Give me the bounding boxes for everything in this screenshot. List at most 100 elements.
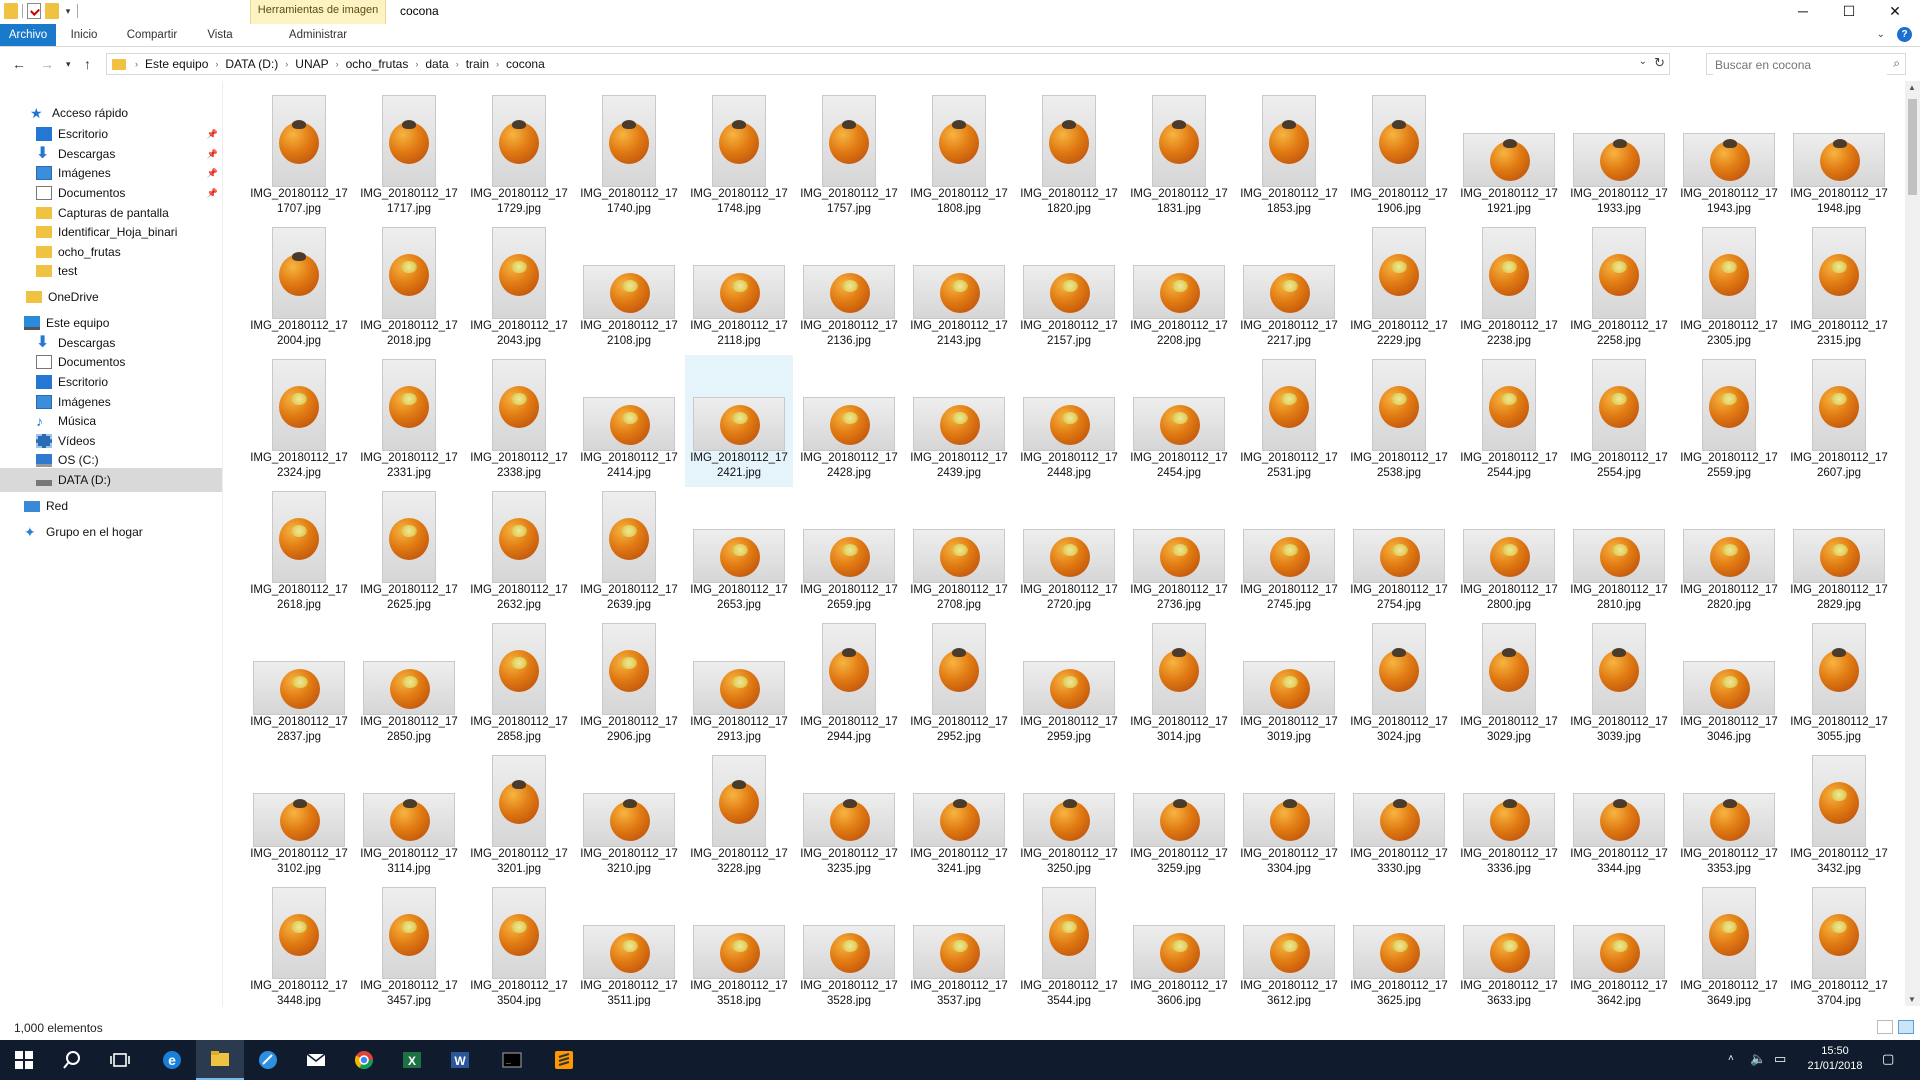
file-item[interactable]: IMG_20180112_17 2018.jpg — [355, 223, 463, 355]
breadcrumb-cocona[interactable]: cocona — [502, 57, 549, 71]
file-item[interactable]: IMG_20180112_17 2305.jpg — [1675, 223, 1783, 355]
tab-inicio[interactable]: Inicio — [64, 24, 104, 46]
vertical-scrollbar[interactable]: ▲ ▼ — [1905, 81, 1920, 1006]
nav-item-red[interactable]: Red — [0, 494, 222, 518]
details-view-icon[interactable] — [1877, 1020, 1893, 1034]
file-item[interactable]: IMG_20180112_17 3250.jpg — [1015, 751, 1123, 883]
file-item[interactable]: IMG_20180112_17 2217.jpg — [1235, 223, 1343, 355]
file-item[interactable]: IMG_20180112_17 2043.jpg — [465, 223, 573, 355]
file-item[interactable]: IMG_20180112_17 2745.jpg — [1235, 487, 1343, 619]
mail-button[interactable] — [292, 1040, 340, 1080]
file-item[interactable]: IMG_20180112_17 3344.jpg — [1565, 751, 1673, 883]
nav-item-test[interactable]: test — [0, 259, 222, 283]
file-item[interactable]: IMG_20180112_17 1948.jpg — [1785, 91, 1893, 223]
file-item[interactable]: IMG_20180112_17 2810.jpg — [1565, 487, 1673, 619]
chevron-right-icon[interactable]: › — [412, 59, 421, 69]
file-item[interactable]: IMG_20180112_17 2607.jpg — [1785, 355, 1893, 487]
search-button[interactable] — [48, 1040, 96, 1080]
file-item[interactable]: IMG_20180112_17 1740.jpg — [575, 91, 683, 223]
search-icon[interactable]: ⌕ — [1893, 56, 1900, 71]
file-item[interactable]: IMG_20180112_17 2428.jpg — [795, 355, 903, 487]
start-button[interactable] — [0, 1040, 48, 1080]
customize-toolbar-chevron-icon[interactable]: ▾ — [63, 4, 73, 18]
chrome-button[interactable] — [340, 1040, 388, 1080]
breadcrumb-ocho-frutas[interactable]: ocho_frutas — [342, 57, 413, 71]
file-item[interactable]: IMG_20180112_17 3046.jpg — [1675, 619, 1783, 751]
file-item[interactable]: IMG_20180112_17 3448.jpg — [245, 883, 353, 1006]
address-history-chevron-icon[interactable]: ⌄ — [1639, 56, 1647, 67]
file-item[interactable]: IMG_20180112_17 3235.jpg — [795, 751, 903, 883]
file-item[interactable]: IMG_20180112_17 2820.jpg — [1675, 487, 1783, 619]
file-item[interactable]: IMG_20180112_17 2800.jpg — [1455, 487, 1563, 619]
recent-locations-chevron-icon[interactable]: ▾ — [66, 59, 71, 70]
file-item[interactable]: IMG_20180112_17 1933.jpg — [1565, 91, 1673, 223]
file-item[interactable]: IMG_20180112_17 1748.jpg — [685, 91, 793, 223]
file-item[interactable]: IMG_20180112_17 2315.jpg — [1785, 223, 1893, 355]
help-icon[interactable]: ? — [1897, 27, 1912, 42]
file-item[interactable]: IMG_20180112_17 2639.jpg — [575, 487, 683, 619]
forward-arrow-icon[interactable]: → — [40, 56, 54, 72]
file-item[interactable]: IMG_20180112_17 3114.jpg — [355, 751, 463, 883]
file-item[interactable]: IMG_20180112_17 1943.jpg — [1675, 91, 1783, 223]
tab-vista[interactable]: Vista — [198, 24, 242, 46]
volume-icon[interactable]: 🔈 — [1750, 1051, 1766, 1067]
file-item[interactable]: IMG_20180112_17 2829.jpg — [1785, 487, 1893, 619]
file-item[interactable]: IMG_20180112_17 2157.jpg — [1015, 223, 1123, 355]
breadcrumb-unap[interactable]: UNAP — [291, 57, 332, 71]
file-item[interactable]: IMG_20180112_17 2952.jpg — [905, 619, 1013, 751]
expand-ribbon-chevron-icon[interactable]: ⌄ — [1877, 29, 1885, 40]
file-item[interactable]: IMG_20180112_17 2531.jpg — [1235, 355, 1343, 487]
file-item[interactable]: IMG_20180112_17 1906.jpg — [1345, 91, 1453, 223]
chevron-right-icon[interactable]: › — [212, 59, 221, 69]
file-item[interactable]: IMG_20180112_17 2208.jpg — [1125, 223, 1233, 355]
file-item[interactable]: IMG_20180112_17 1757.jpg — [795, 91, 903, 223]
properties-icon[interactable] — [27, 3, 41, 19]
file-item[interactable]: IMG_20180112_17 1921.jpg — [1455, 91, 1563, 223]
file-item[interactable]: IMG_20180112_17 2108.jpg — [575, 223, 683, 355]
maximize-button[interactable]: ☐ — [1826, 0, 1872, 24]
nav-item-data-d[interactable]: DATA (D:) — [0, 468, 222, 492]
search-box[interactable]: ⌕ — [1706, 53, 1906, 75]
sublime-text-button[interactable] — [540, 1040, 588, 1080]
large-icons-view-icon[interactable] — [1898, 1020, 1914, 1034]
file-item[interactable]: IMG_20180112_17 3432.jpg — [1785, 751, 1893, 883]
file-item[interactable]: IMG_20180112_17 3228.jpg — [685, 751, 793, 883]
address-bar[interactable]: › Este equipo › DATA (D:) › UNAP › ocho_… — [106, 53, 1670, 75]
file-item[interactable]: IMG_20180112_17 2559.jpg — [1675, 355, 1783, 487]
file-item[interactable]: IMG_20180112_17 1820.jpg — [1015, 91, 1123, 223]
file-item[interactable]: IMG_20180112_17 3210.jpg — [575, 751, 683, 883]
file-item[interactable]: IMG_20180112_17 2850.jpg — [355, 619, 463, 751]
nav-item-grupo-en-el-hogar[interactable]: ✦ Grupo en el hogar — [0, 520, 222, 544]
breadcrumb-este-equipo[interactable]: Este equipo — [141, 57, 212, 71]
file-item[interactable]: IMG_20180112_17 2331.jpg — [355, 355, 463, 487]
file-item[interactable]: IMG_20180112_17 2913.jpg — [685, 619, 793, 751]
chevron-right-icon[interactable]: › — [132, 59, 141, 69]
word-button[interactable]: W — [436, 1040, 484, 1080]
tab-archivo[interactable]: Archivo — [0, 24, 56, 46]
clock[interactable]: 15:50 21/01/2018 — [1800, 1044, 1870, 1074]
file-item[interactable]: IMG_20180112_17 2858.jpg — [465, 619, 573, 751]
notifications-icon[interactable]: ▢ — [1882, 1051, 1894, 1067]
file-item[interactable]: IMG_20180112_17 2118.jpg — [685, 223, 793, 355]
file-item[interactable]: IMG_20180112_17 2618.jpg — [245, 487, 353, 619]
file-item[interactable]: IMG_20180112_17 2653.jpg — [685, 487, 793, 619]
file-item[interactable]: IMG_20180112_17 3330.jpg — [1345, 751, 1453, 883]
file-item[interactable]: IMG_20180112_17 3353.jpg — [1675, 751, 1783, 883]
file-item[interactable]: IMG_20180112_17 3504.jpg — [465, 883, 573, 1006]
breadcrumb-data[interactable]: data — [421, 57, 452, 71]
file-item[interactable]: IMG_20180112_17 3544.jpg — [1015, 883, 1123, 1006]
file-item[interactable]: IMG_20180112_17 2659.jpg — [795, 487, 903, 619]
file-item[interactable]: IMG_20180112_17 2754.jpg — [1345, 487, 1453, 619]
excel-button[interactable]: X — [388, 1040, 436, 1080]
task-view-button[interactable] — [96, 1040, 144, 1080]
chevron-right-icon[interactable]: › — [282, 59, 291, 69]
file-item[interactable]: IMG_20180112_17 2632.jpg — [465, 487, 573, 619]
file-item[interactable]: IMG_20180112_17 3019.jpg — [1235, 619, 1343, 751]
file-item[interactable]: IMG_20180112_17 3649.jpg — [1675, 883, 1783, 1006]
file-item[interactable]: IMG_20180112_17 3612.jpg — [1235, 883, 1343, 1006]
file-item[interactable]: IMG_20180112_17 2736.jpg — [1125, 487, 1233, 619]
file-item[interactable]: IMG_20180112_17 3606.jpg — [1125, 883, 1233, 1006]
scroll-up-arrow-icon[interactable]: ▲ — [1908, 83, 1916, 92]
file-item[interactable]: IMG_20180112_17 2324.jpg — [245, 355, 353, 487]
file-item[interactable]: IMG_20180112_17 3528.jpg — [795, 883, 903, 1006]
